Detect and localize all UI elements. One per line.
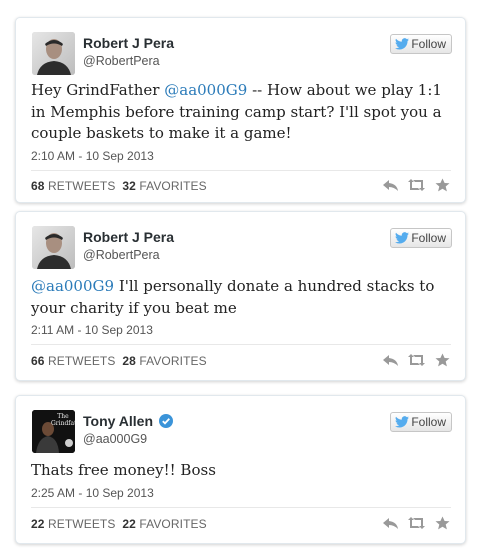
favorite-star-icon[interactable] [434,516,451,530]
retweet-count[interactable]: 66 [31,354,45,368]
tweet-stats: 68 RETWEETS 32 FAVORITES [31,179,207,193]
follow-label: Follow [411,231,446,245]
reply-icon[interactable] [382,353,399,367]
author-handle[interactable]: @RobertPera [83,54,160,68]
follow-label: Follow [411,37,446,51]
favorite-count[interactable]: 32 [122,179,136,193]
follow-label: Follow [411,415,446,429]
divider [31,344,451,345]
avatar[interactable] [32,32,75,75]
favorite-count[interactable]: 22 [122,517,136,531]
author-name[interactable]: Robert J Pera [83,229,174,245]
tweet-stats: 22 RETWEETS 22 FAVORITES [31,517,207,531]
follow-button[interactable]: Follow [390,412,452,432]
divider [31,170,451,171]
retweet-icon[interactable] [408,353,425,367]
follow-button[interactable]: Follow [390,228,452,248]
favorite-count[interactable]: 28 [122,354,136,368]
author-name[interactable]: Tony Allen [83,413,173,429]
twitter-bird-icon [395,232,410,244]
retweet-icon[interactable] [408,516,425,530]
retweets-label[interactable]: RETWEETS [48,517,115,531]
tweet-timestamp[interactable]: 2:25 AM - 10 Sep 2013 [31,486,154,500]
mention-link[interactable]: @aa000G9 [164,81,247,99]
reply-icon[interactable] [382,178,399,192]
twitter-bird-icon [395,38,410,50]
follow-button[interactable]: Follow [390,34,452,54]
retweet-icon[interactable] [408,178,425,192]
retweet-count[interactable]: 22 [31,517,45,531]
favorites-label[interactable]: FAVORITES [139,354,206,368]
mention-link[interactable]: @aa000G9 [31,277,114,295]
retweets-label[interactable]: RETWEETS [48,179,115,193]
author-handle[interactable]: @aa000G9 [83,432,147,446]
tweet-card-1: Robert J Pera @RobertPera Follow Hey Gri… [15,17,466,203]
retweets-label[interactable]: RETWEETS [48,354,115,368]
favorite-star-icon[interactable] [434,353,451,367]
author-name[interactable]: Robert J Pera [83,35,174,51]
favorite-star-icon[interactable] [434,178,451,192]
reply-icon[interactable] [382,516,399,530]
divider [31,507,451,508]
tweet-card-3: The Grindfather Tony Allen @aa000G9 Foll… [15,395,466,544]
avatar[interactable] [32,226,75,269]
tweet-timestamp[interactable]: 2:11 AM - 10 Sep 2013 [31,323,153,337]
retweet-count[interactable]: 68 [31,179,45,193]
tweet-text: Thats free money!! Boss [31,461,216,479]
verified-badge-icon [159,414,173,428]
tweet-stats: 66 RETWEETS 28 FAVORITES [31,354,207,368]
avatar[interactable]: The Grindfather [32,410,75,453]
tweet-card-2: Robert J Pera @RobertPera Follow @aa000G… [15,211,466,381]
twitter-bird-icon [395,416,410,428]
tweet-timestamp[interactable]: 2:10 AM - 10 Sep 2013 [31,149,154,163]
favorites-label[interactable]: FAVORITES [139,517,206,531]
avatar-logo-text: The Grindfather [51,413,75,427]
favorites-label[interactable]: FAVORITES [139,179,206,193]
author-handle[interactable]: @RobertPera [83,248,160,262]
tweet-text: @aa000G9 I'll personally donate a hundre… [31,277,435,317]
tweet-text: Hey GrindFather @aa000G9 -- How about we… [31,81,442,142]
